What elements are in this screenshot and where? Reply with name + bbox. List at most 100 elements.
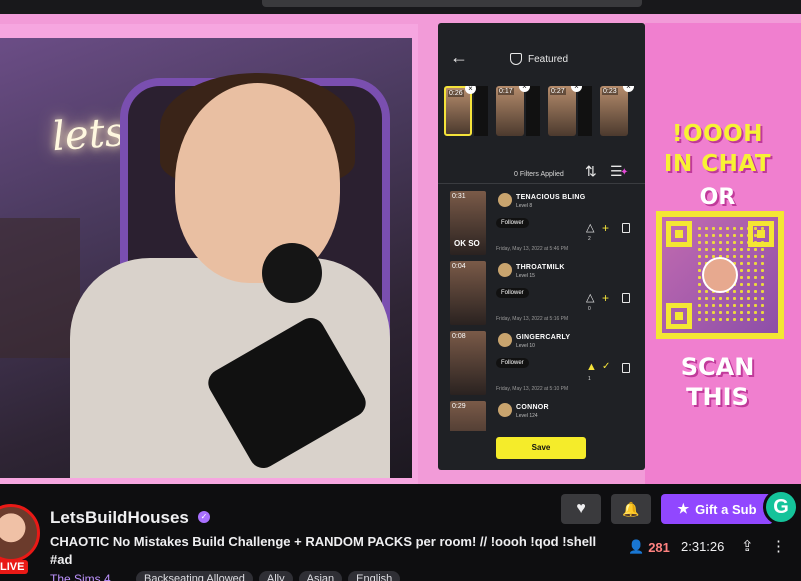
featured-thumb[interactable]: 0:26 ×	[444, 86, 476, 136]
clip-duration: 0:08	[452, 333, 466, 340]
clip-entry[interactable]: 0:31 OK SO TENACIOUS BLING Level 8 Follo…	[450, 191, 640, 261]
clip-duration: 0:31	[452, 193, 466, 200]
filters-applied: 0 Filters Applied	[514, 171, 564, 178]
qr-finder	[666, 221, 692, 247]
add-icon[interactable]: +	[602, 291, 609, 305]
channel-name[interactable]: LetsBuildHouses	[50, 508, 189, 528]
video-player[interactable]: letsBuild ← Featured 0:26 ×	[0, 14, 801, 484]
gift-sub-button[interactable]: ★ Gift a Sub	[661, 494, 773, 524]
viewer-count-value: 281	[648, 539, 670, 555]
clip-username: GINGERCARLY	[516, 334, 571, 341]
save-button[interactable]: Save	[496, 437, 586, 459]
share-icon[interactable]: ⇪	[741, 537, 754, 555]
stream-info: LIVE LetsBuildHouses ✓ CHAOTIC No Mistak…	[0, 484, 801, 581]
clip-date: Friday, May 13, 2022 at 5:46 PM	[496, 246, 569, 252]
channel-avatar[interactable]	[0, 504, 40, 562]
qr-finder	[666, 303, 692, 329]
copy-icon[interactable]	[622, 223, 630, 233]
upvote-icon[interactable]: △	[586, 221, 594, 234]
featured-thumb[interactable]: 0:23 ×	[600, 86, 634, 136]
clip-date: Friday, May 13, 2022 at 5:10 PM	[496, 386, 569, 392]
background-shelf	[0, 218, 80, 358]
thumb-duration: 0:27	[550, 88, 566, 95]
add-icon[interactable]: +	[602, 221, 609, 235]
user-avatar	[498, 263, 512, 277]
follower-badge: Follower	[496, 218, 529, 228]
featured-label: Featured	[528, 53, 569, 65]
top-bar	[0, 0, 801, 14]
qr-code[interactable]	[656, 211, 784, 339]
notifications-button[interactable]: 🔔	[611, 494, 651, 524]
check-icon[interactable]: ✓	[602, 361, 610, 372]
game-link[interactable]: The Sims 4	[50, 572, 111, 581]
thumb-divider	[578, 86, 592, 136]
copy-icon[interactable]	[622, 293, 630, 303]
vote-count: 2	[588, 236, 591, 242]
tag[interactable]: Backseating Allowed	[136, 571, 253, 581]
clip-entry[interactable]: 0:08 GINGERCARLY Level 10 Follower Frida…	[450, 331, 640, 401]
user-level: Level 15	[516, 273, 535, 279]
clip-date: Friday, May 13, 2022 at 5:16 PM	[496, 316, 569, 322]
sparkle-icon: ✦	[620, 167, 629, 178]
heart-icon: ♥	[576, 500, 586, 517]
thumb-duration: 0:26	[448, 90, 464, 97]
clip-review-panel: ← Featured 0:26 × 0:17 × 0:27 × 0:23 × 0…	[438, 23, 645, 470]
upvote-icon[interactable]: △	[586, 291, 594, 304]
promo-in-chat: IN CHAT	[663, 151, 772, 177]
more-options-icon[interactable]: ⋮	[771, 537, 786, 555]
featured-header: Featured	[510, 53, 568, 65]
user-avatar	[498, 193, 512, 207]
qr-image	[662, 217, 778, 333]
clip-thumbnail[interactable]: 0:04	[450, 261, 486, 325]
star-icon: ★	[677, 501, 690, 516]
tag[interactable]: English	[348, 571, 401, 581]
upvote-icon[interactable]: ▲	[586, 361, 597, 373]
featured-thumb[interactable]: 0:27 ×	[548, 86, 582, 136]
thumb-duration: 0:23	[602, 88, 618, 95]
tag[interactable]: Asian	[298, 571, 343, 581]
vote-count: 0	[588, 306, 591, 312]
sort-icon[interactable]: ⇅	[585, 163, 597, 180]
clip-thumbnail[interactable]: 0:31 OK SO	[450, 191, 486, 255]
remove-icon[interactable]: ×	[623, 86, 634, 92]
stream-uptime: 2:31:26	[681, 539, 725, 554]
person-icon: 👤	[628, 539, 645, 554]
gift-sub-label: Gift a Sub	[695, 501, 757, 517]
thumb-divider	[526, 86, 540, 136]
thumb-duration: 0:17	[498, 88, 514, 95]
clip-duration: 0:29	[452, 403, 466, 410]
divider	[438, 183, 645, 184]
clip-duration: 0:04	[452, 263, 466, 270]
promo-panel: !OOOH IN CHAT OR SCAN THIS	[645, 23, 801, 484]
user-level: Level 8	[516, 203, 533, 209]
follower-badge: Follower	[496, 358, 529, 368]
viewer-count: 👤 281	[628, 539, 670, 555]
back-arrow-icon[interactable]: ←	[450, 47, 468, 68]
featured-thumb[interactable]: 0:17 ×	[496, 86, 530, 136]
trophy-icon	[510, 53, 522, 65]
promo-scan: SCAN	[680, 353, 755, 381]
clip-entry[interactable]: 0:04 THROATMILK Level 15 Follower Friday…	[450, 261, 640, 331]
promo-command: !OOOH	[672, 121, 763, 147]
clip-entry[interactable]: 0:29 CONNOR Level 124	[450, 401, 640, 431]
follow-button[interactable]: ♥	[561, 494, 601, 524]
horizontal-scrollbar[interactable]	[262, 0, 642, 7]
clip-thumbnail[interactable]: 0:08	[450, 331, 486, 395]
user-level: Level 124	[516, 413, 538, 419]
clip-username: THROATMILK	[516, 264, 565, 271]
tag[interactable]: Ally	[258, 571, 293, 581]
webcam-feed: letsBuild	[0, 38, 412, 478]
promo-or: OR	[699, 185, 736, 210]
copy-icon[interactable]	[622, 363, 630, 373]
user-level: Level 10	[516, 343, 535, 349]
microphone	[262, 243, 322, 303]
bell-icon: 🔔	[622, 501, 640, 517]
featured-thumbnails: 0:26 × 0:17 × 0:27 × 0:23 ×	[444, 86, 644, 138]
streamer-face	[175, 83, 340, 283]
filter-icon[interactable]: ☰ ✦	[610, 163, 629, 180]
stream-title: CHAOTIC No Mistakes Build Challenge + RA…	[50, 534, 597, 567]
qr-avatar	[702, 257, 738, 293]
clip-thumbnail[interactable]: 0:29	[450, 401, 486, 431]
user-avatar	[498, 403, 512, 417]
grammarly-icon[interactable]: G	[763, 489, 799, 525]
